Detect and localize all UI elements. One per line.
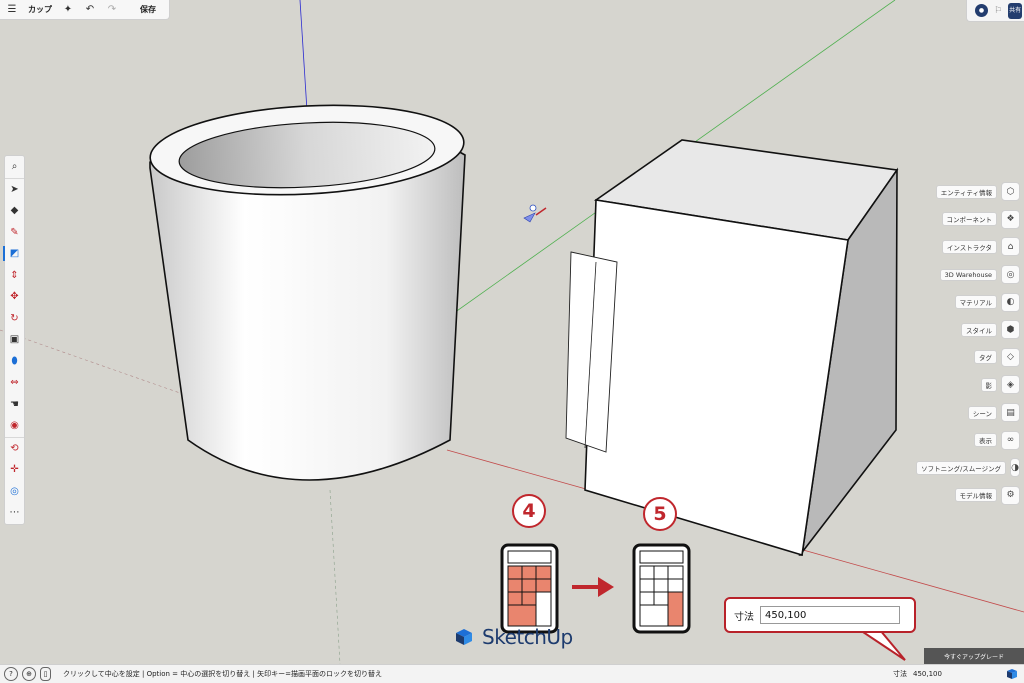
model-info-icon[interactable]: ⚙ [1001, 485, 1020, 505]
push-pull-icon[interactable]: ⇕ [5, 265, 24, 287]
measurements-label: 寸法 [893, 670, 907, 678]
tray-item-3d-warehouse[interactable]: 3D Warehouse ◎ [924, 261, 1020, 289]
orbit-icon[interactable]: ☚ [5, 394, 24, 416]
box-front[interactable] [584, 199, 849, 557]
scenes-icon[interactable]: ▤ [1001, 403, 1020, 423]
tray-item-styles[interactable]: スタイル ⬢ [924, 316, 1020, 344]
tray-item-materials[interactable]: マテリアル ◐ [924, 288, 1020, 316]
measurements-input[interactable]: 450,100 [913, 670, 1003, 678]
mouse-icon: ▯ [40, 667, 51, 681]
model-scene[interactable] [0, 0, 1024, 664]
select-icon[interactable]: ➤ [5, 177, 24, 201]
tray-item-soften-smooth[interactable]: ソフトニング/スムージング ◑ [916, 454, 1020, 482]
display-icon[interactable]: ∞ [1001, 430, 1020, 450]
3d-viewport[interactable]: 4 5 SketchUp 寸法 450,100 今すぐアップグレード [0, 0, 1024, 664]
move-icon[interactable]: ✥ [5, 286, 24, 308]
green-axis-dashed [329, 489, 341, 664]
avatar[interactable]: ● [975, 4, 988, 17]
scale-icon[interactable]: ▣ [5, 329, 24, 351]
sketchup-logo-icon [456, 629, 472, 645]
panel-tray: エンティティ情報 ⬡ コンポーネント ❖ インストラクタ ⌂ 3D Warehouse… [916, 178, 1020, 510]
walk-icon[interactable]: ⟲ [5, 436, 24, 460]
help-icon[interactable]: ? [4, 667, 18, 681]
model-title[interactable]: カップ [28, 4, 52, 15]
section-plane-icon[interactable]: ◎ [5, 481, 24, 503]
tray-item-display[interactable]: 表示 ∞ [924, 426, 1020, 454]
callout-pointer [856, 629, 906, 661]
materials-icon[interactable]: ◐ [1001, 292, 1020, 312]
menu-icon[interactable]: ☰ [6, 4, 18, 15]
tool-palette: ⌕ ➤ ◆ ✎ ◩ ⇕ ✥ ↻ ▣ ⬮ ⇔ ☚ ◉ ⟲ ✛ ◎ ⋯ [3, 155, 25, 525]
upgrade-button[interactable]: 今すぐアップグレード [924, 648, 1024, 664]
callout-value: 450,100 [760, 606, 900, 624]
keypad-after [632, 543, 691, 634]
paint-bucket-icon[interactable]: ⬮ [5, 351, 24, 373]
tray-item-model-info[interactable]: モデル情報 ⚙ [924, 482, 1020, 510]
circle-tool-cursor [523, 204, 547, 223]
share-button[interactable]: 共有 [1008, 2, 1023, 19]
status-message: クリックして中心を設定 | Option = 中心の選択を切り替え | 矢印キー… [63, 670, 382, 678]
soften-smooth-icon[interactable]: ◑ [1010, 458, 1020, 478]
entity-info-icon[interactable]: ⬡ [1001, 182, 1020, 202]
line-tool-icon[interactable]: ◩ [3, 243, 24, 265]
logo-text: SketchUp [482, 625, 573, 649]
callout-label: 寸法 [734, 611, 754, 623]
tray-item-entity-info[interactable]: エンティティ情報 ⬡ [924, 178, 1020, 206]
tray-item-tags[interactable]: タグ ◇ [924, 344, 1020, 372]
tags-icon[interactable]: ◇ [1001, 347, 1020, 367]
undo-icon[interactable]: ↶ [84, 4, 96, 15]
tray-item-components[interactable]: コンポーネント ❖ [924, 206, 1020, 234]
save-button[interactable]: 保存 [140, 4, 156, 15]
top-right-bar: ● ⚐ 共有 [966, 0, 1024, 22]
tray-item-scenes[interactable]: シーン ▤ [924, 399, 1020, 427]
follow-me-icon[interactable]: ⇔ [5, 372, 24, 394]
zoom-extents-icon[interactable]: ✛ [5, 459, 24, 481]
step-5-badge: 5 [643, 497, 677, 531]
warehouse-icon[interactable]: ◎ [1001, 265, 1020, 285]
globe-icon[interactable]: ⊕ [22, 667, 36, 681]
arrow-right-icon [572, 577, 614, 597]
sparkle-icon[interactable]: ✦ [62, 4, 74, 15]
red-axis-dashed [0, 329, 201, 401]
tray-item-shadows[interactable]: 影 ◈ [924, 371, 1020, 399]
tray-item-instructor[interactable]: インストラクタ ⌂ [924, 233, 1020, 261]
styles-icon[interactable]: ⬢ [1001, 320, 1020, 340]
tape-measure-icon[interactable]: ◉ [5, 415, 24, 437]
components-icon[interactable]: ❖ [1001, 209, 1020, 229]
keypad-before [500, 543, 559, 634]
sketchup-cube-icon [1007, 669, 1017, 679]
dimension-callout: 寸法 450,100 [724, 597, 916, 633]
status-bar: ? ⊕ ▯ クリックして中心を設定 | Option = 中心の選択を切り替え … [0, 664, 1024, 683]
step-4-badge: 4 [512, 494, 546, 528]
top-toolbar: ☰ カップ ✦ ↶ ↷ 保存 [0, 0, 170, 20]
redo-icon[interactable]: ↷ [106, 4, 118, 15]
shadows-icon[interactable]: ◈ [1001, 375, 1020, 395]
instructor-icon[interactable]: ⌂ [1001, 237, 1020, 257]
notification-icon[interactable]: ⚐ [994, 6, 1002, 16]
pencil-icon[interactable]: ✎ [5, 222, 24, 244]
more-tools-icon[interactable]: ⋯ [5, 502, 24, 524]
search-icon[interactable]: ⌕ [5, 156, 24, 178]
rotate-icon[interactable]: ↻ [5, 308, 24, 330]
eraser-icon[interactable]: ◆ [5, 200, 24, 222]
sketchup-logo: SketchUp [454, 625, 573, 649]
